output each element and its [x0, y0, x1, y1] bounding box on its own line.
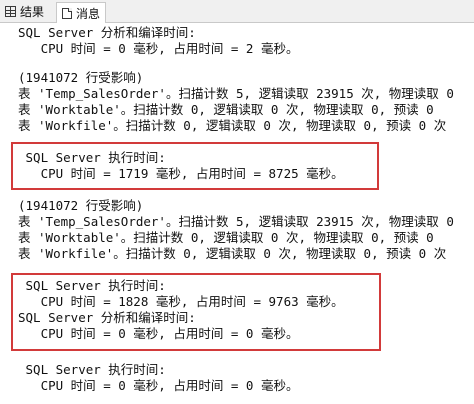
message-line: SQL Server 分析和编译时间:	[18, 25, 196, 40]
tab-results-label: 结果	[20, 5, 45, 19]
grid-icon	[5, 6, 16, 17]
message-line: 表 'Temp_SalesOrder'。扫描计数 5, 逻辑读取 23915 次…	[18, 86, 454, 101]
tab-results[interactable]: 结果	[0, 2, 49, 21]
message-line: CPU 时间 = 0 毫秒, 占用时间 = 0 毫秒。	[18, 326, 299, 341]
tab-messages-label: 消息	[76, 6, 101, 21]
message-line: 表 'Worktable'。扫描计数 0, 逻辑读取 0 次, 物理读取 0, …	[18, 230, 434, 245]
message-line: 表 'Worktable'。扫描计数 0, 逻辑读取 0 次, 物理读取 0, …	[18, 102, 434, 117]
message-line: CPU 时间 = 0 毫秒, 占用时间 = 2 毫秒。	[18, 41, 299, 56]
message-line: SQL Server 分析和编译时间:	[18, 310, 196, 325]
message-icon	[62, 7, 72, 19]
message-line: (1941072 行受影响)	[18, 70, 144, 85]
message-line: SQL Server 执行时间:	[18, 150, 166, 165]
results-tab-bar: 结果 消息	[0, 0, 474, 23]
message-line: 表 'Temp_SalesOrder'。扫描计数 5, 逻辑读取 23915 次…	[18, 214, 454, 229]
message-line: CPU 时间 = 1719 毫秒, 占用时间 = 8725 毫秒。	[18, 166, 344, 181]
tab-messages[interactable]: 消息	[56, 2, 107, 23]
message-line: (1941072 行受影响)	[18, 198, 144, 213]
messages-pane[interactable]: SQL Server 分析和编译时间: CPU 时间 = 0 毫秒, 占用时间 …	[0, 22, 474, 404]
message-line: 表 'Workfile'。扫描计数 0, 逻辑读取 0 次, 物理读取 0, 预…	[18, 246, 447, 261]
message-line: SQL Server 执行时间:	[18, 362, 166, 377]
message-line: CPU 时间 = 1828 毫秒, 占用时间 = 9763 毫秒。	[18, 294, 344, 309]
message-line: SQL Server 执行时间:	[18, 278, 166, 293]
message-line: 表 'Workfile'。扫描计数 0, 逻辑读取 0 次, 物理读取 0, 预…	[18, 118, 447, 133]
message-line: CPU 时间 = 0 毫秒, 占用时间 = 0 毫秒。	[18, 378, 299, 393]
